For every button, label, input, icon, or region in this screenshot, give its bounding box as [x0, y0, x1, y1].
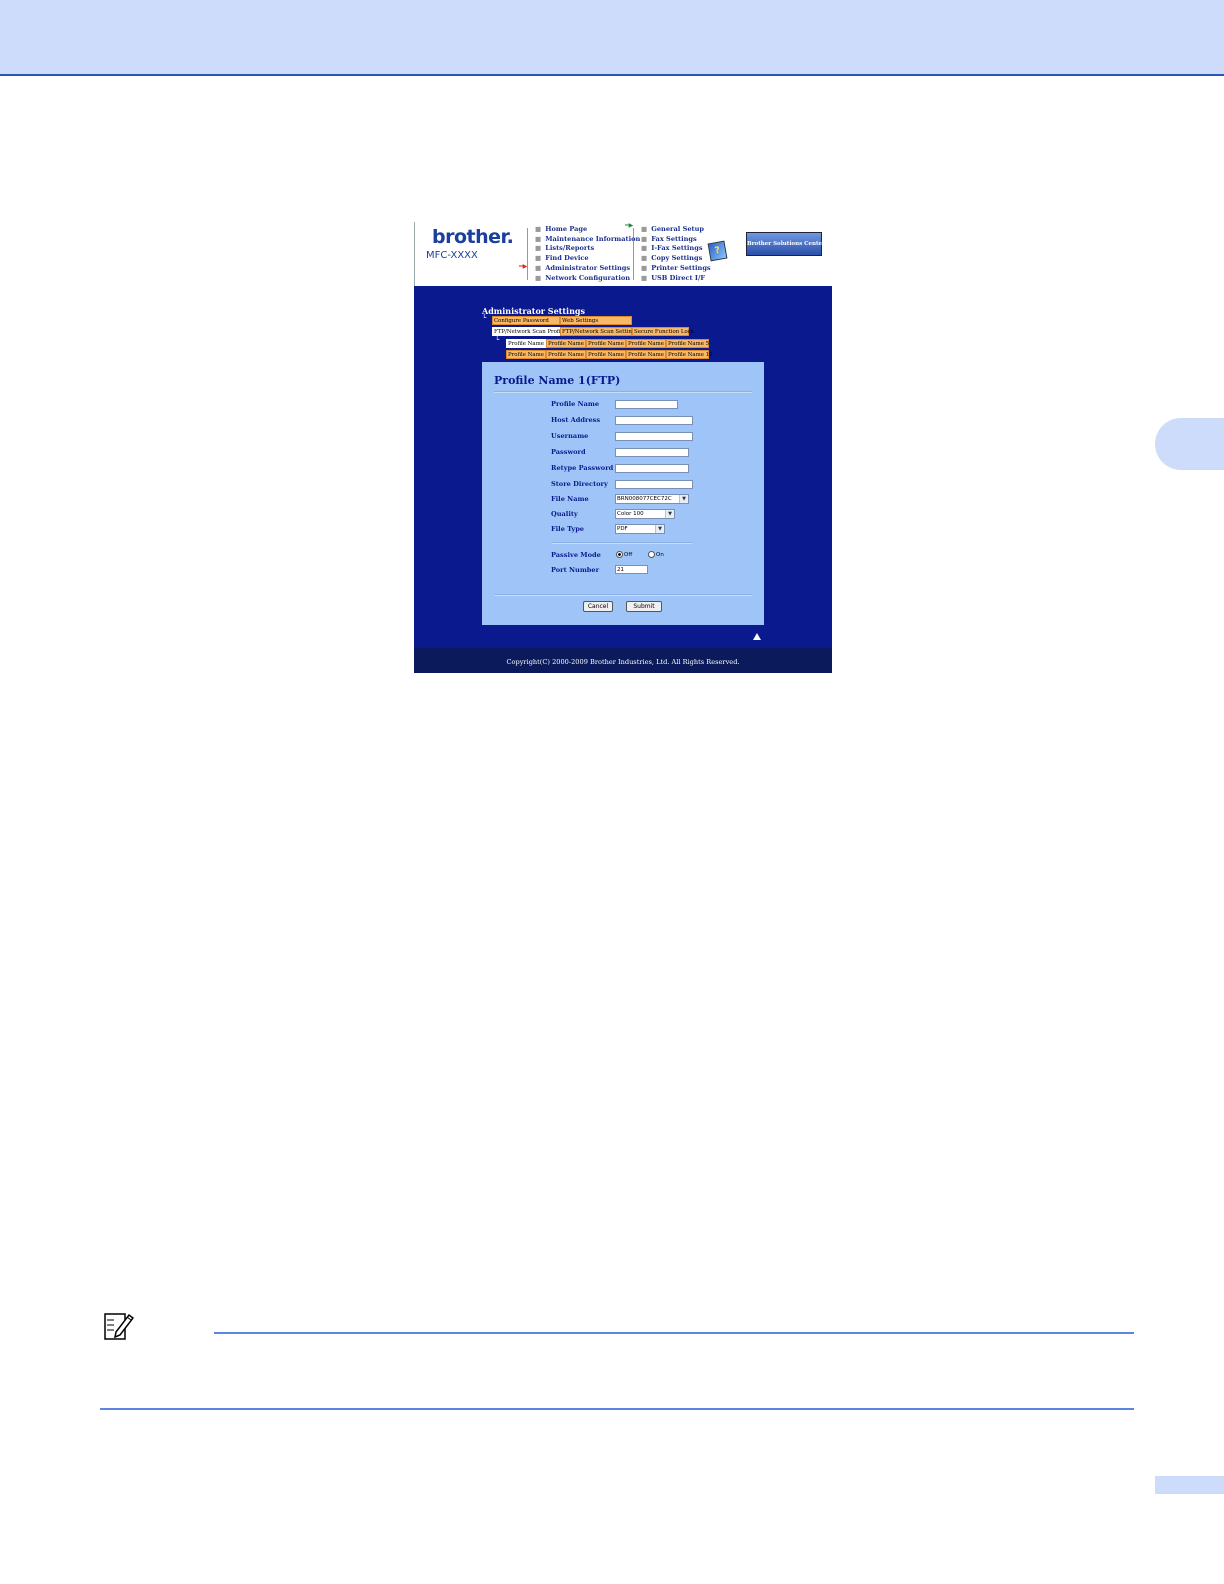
file-type-value: PDF	[617, 526, 628, 532]
tab-profile-name-1[interactable]: Profile Name 1	[506, 339, 549, 348]
chevron-down-icon: ▼	[665, 510, 674, 518]
nav-maintenance-information[interactable]: ■ Maintenance Information	[535, 235, 640, 245]
quality-select[interactable]: Color 100 ▼	[615, 509, 675, 519]
password-input[interactable]	[615, 448, 689, 457]
file-name-value: BRN008077CEC72C	[617, 496, 672, 502]
tab-profile-name-4[interactable]: Profile Name 4	[626, 339, 669, 348]
brother-logo: brother.	[432, 226, 514, 248]
profile-name-input[interactable]	[615, 400, 678, 409]
nav-home-page[interactable]: ■ Home Page	[535, 225, 640, 235]
port-number-input[interactable]: 21	[615, 565, 648, 574]
tab-profile-name-3[interactable]: Profile Name 3	[586, 339, 629, 348]
main-nav-left: ■ Home Page ■ Maintenance Information ■ Lis…	[535, 225, 640, 283]
quality-value: Color 100	[617, 511, 644, 517]
radio-selected-icon	[616, 551, 623, 558]
current-section-arrow-icon: ━▶	[519, 263, 528, 270]
tab-web-settings[interactable]: Web Settings	[560, 316, 632, 325]
host-address-input[interactable]	[615, 416, 693, 425]
profile-form-title: Profile Name 1(FTP)	[494, 374, 621, 387]
chevron-down-icon: ▼	[655, 525, 664, 533]
admin-settings-title: Administrator Settings	[482, 306, 585, 316]
main-nav-right: ■ General Setup ■ Fax Settings ■ I-Fax Sett…	[641, 225, 711, 283]
help-book-icon[interactable]: ?	[707, 240, 728, 262]
nav-fax-settings[interactable]: ■ Fax Settings	[641, 235, 711, 245]
chevron-down-icon: ▼	[679, 495, 688, 503]
note-top-rule	[214, 1332, 1134, 1334]
nav-find-device[interactable]: ■ Find Device	[535, 254, 640, 264]
nav-network-configuration[interactable]: ■ Network Configuration	[535, 274, 640, 284]
port-number-label: Port Number	[551, 566, 600, 574]
username-input[interactable]	[615, 432, 693, 441]
nav-usb-direct-if[interactable]: ■ USB Direct I/F	[641, 274, 711, 284]
tab-ftp-network-scan-settings[interactable]: FTP/Network Scan Settings	[560, 327, 638, 336]
passive-mode-on-radio[interactable]: On	[648, 551, 664, 558]
radio-label: Off	[624, 552, 633, 558]
divider	[494, 391, 752, 393]
nav-printer-settings[interactable]: ■ Printer Settings	[641, 264, 711, 274]
quality-label: Quality	[551, 510, 578, 518]
tab-ftp-network-scan-profile[interactable]: FTP/Network Scan Profile	[492, 327, 565, 336]
tree-connector-icon: └	[482, 314, 487, 322]
model-name: MFC-XXXX	[426, 250, 478, 261]
tab-profile-name-7[interactable]: Profile Name 7	[546, 350, 589, 359]
nav-ifax-settings[interactable]: ■ I-Fax Settings	[641, 244, 711, 254]
tab-profile-name-9[interactable]: Profile Name 9	[626, 350, 669, 359]
file-type-select[interactable]: PDF ▼	[615, 524, 665, 534]
file-type-label: File Type	[551, 525, 585, 533]
scroll-to-top-icon[interactable]	[753, 633, 761, 640]
profile-name-label: Profile Name	[551, 400, 600, 408]
radio-unselected-icon	[648, 551, 655, 558]
store-directory-input[interactable]	[615, 480, 693, 489]
nav-general-setup[interactable]: ■ General Setup	[641, 225, 711, 235]
divider	[552, 542, 692, 544]
solutions-center-button[interactable]: Brother Solutions Center	[746, 232, 825, 256]
file-name-label: File Name	[551, 495, 589, 503]
divider	[494, 594, 752, 596]
screenshot-header: brother. MFC-XXXX ━▶ ━▶ ■ Home Page ■ Main…	[414, 222, 833, 286]
admin-content-area: Administrator Settings └ Configure Passw…	[414, 286, 832, 648]
passive-mode-label: Passive Mode	[551, 551, 601, 559]
file-name-select[interactable]: BRN008077CEC72C ▼	[615, 494, 689, 504]
password-label: Password	[551, 448, 586, 456]
tab-profile-name-2[interactable]: Profile Name 2	[546, 339, 589, 348]
username-label: Username	[551, 432, 589, 440]
nav-lists-reports[interactable]: ■ Lists/Reports	[535, 244, 640, 254]
tab-profile-name-10[interactable]: Profile Name 10	[666, 350, 712, 359]
web-based-management-screenshot: brother. MFC-XXXX ━▶ ━▶ ■ Home Page ■ Main…	[414, 222, 833, 673]
submit-button[interactable]: Submit	[626, 601, 662, 612]
note-pencil-icon	[104, 1313, 134, 1340]
tree-connector-icon: └	[495, 336, 500, 344]
tab-profile-name-8[interactable]: Profile Name 8	[586, 350, 629, 359]
cancel-button[interactable]: Cancel	[583, 601, 613, 612]
nav-administrator-settings[interactable]: ■ Administrator Settings	[535, 264, 640, 274]
tab-secure-function-lock[interactable]: Secure Function Lock	[632, 327, 694, 336]
host-address-label: Host Address	[551, 416, 601, 424]
profile-form-panel: Profile Name 1(FTP) Profile Name Host Ad…	[482, 362, 764, 625]
tab-profile-name-5[interactable]: Profile Name 5	[666, 339, 709, 348]
page-header-band	[0, 0, 1224, 76]
store-directory-label: Store Directory	[551, 480, 608, 488]
copyright-footer: Copyright(C) 2000-2009 Brother Industrie…	[414, 648, 832, 673]
tab-profile-name-6[interactable]: Profile Name 6	[506, 350, 549, 359]
tab-configure-password[interactable]: Configure Password	[492, 316, 560, 325]
retype-password-input[interactable]	[615, 464, 689, 473]
chapter-tab	[1155, 418, 1224, 470]
radio-label: On	[656, 552, 664, 558]
nav-copy-settings[interactable]: ■ Copy Settings	[641, 254, 711, 264]
page-number-tab	[1155, 1476, 1224, 1494]
passive-mode-off-radio[interactable]: Off	[616, 551, 632, 558]
note-bottom-rule	[100, 1408, 1134, 1410]
retype-password-label: Retype Password	[551, 464, 614, 472]
nav-divider	[527, 228, 528, 280]
